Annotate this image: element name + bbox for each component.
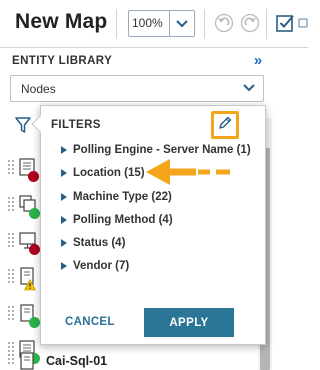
- filter-icon[interactable]: [15, 116, 31, 139]
- top-toolbar: New Map 100%: [0, 0, 308, 48]
- filter-polling-method[interactable]: Polling Method (4): [61, 212, 173, 228]
- filter-label: Machine Type (22): [73, 191, 172, 203]
- map-title: New Map: [15, 10, 108, 33]
- undo-icon[interactable]: [213, 12, 235, 34]
- warning-icon: [24, 278, 36, 291]
- redo-icon[interactable]: [239, 12, 261, 34]
- expand-triangle-icon: [61, 262, 67, 270]
- drag-handle-icon[interactable]: [8, 354, 14, 368]
- node-server-icon: [18, 351, 38, 370]
- drag-handle-icon[interactable]: [8, 306, 14, 320]
- filter-polling-engine[interactable]: Polling Engine - Server Name (1): [61, 142, 251, 158]
- zoom-select[interactable]: 100%: [128, 10, 195, 37]
- chevron-down-icon: [243, 81, 255, 100]
- status-down-icon: [28, 171, 39, 182]
- expand-triangle-icon: [61, 169, 67, 177]
- entity-type-select[interactable]: Nodes: [10, 75, 264, 102]
- drag-handle-icon[interactable]: [8, 197, 14, 211]
- filter-label: Polling Engine - Server Name (1): [73, 144, 251, 156]
- node-label: Cai-Sql-01: [46, 354, 108, 368]
- filters-title: FILTERS: [51, 119, 101, 131]
- expand-triangle-icon: [61, 239, 67, 247]
- toolbar-divider: [204, 9, 205, 39]
- status-up-icon: [29, 208, 40, 219]
- pencil-icon: [217, 115, 233, 136]
- expand-triangle-icon: [61, 193, 67, 201]
- list-item[interactable]: Cai-Sql-01: [0, 351, 256, 370]
- checkbox-icon[interactable]: [274, 12, 296, 34]
- expand-triangle-icon: [61, 146, 67, 154]
- expand-triangle-icon: [61, 216, 67, 224]
- filter-vendor[interactable]: Vendor (7): [61, 258, 129, 274]
- toolbar-divider: [266, 9, 267, 39]
- filters-popover: FILTERS Polling Engine - Server Name (1)…: [31, 105, 266, 345]
- filter-machine-type[interactable]: Machine Type (22): [61, 189, 172, 205]
- cancel-button[interactable]: CANCEL: [65, 316, 115, 328]
- drag-handle-icon[interactable]: [8, 269, 14, 283]
- panel-title: ENTITY LIBRARY: [12, 55, 113, 67]
- status-up-icon: [29, 317, 40, 328]
- toolbar-divider: [116, 9, 117, 39]
- collapse-panel-button[interactable]: »: [250, 52, 266, 70]
- filter-label: Location (15): [73, 167, 145, 179]
- apply-button[interactable]: APPLY: [144, 308, 234, 337]
- edit-filters-button[interactable]: [211, 111, 239, 139]
- filter-location[interactable]: Location (15): [61, 165, 145, 181]
- filter-label: Polling Method (4): [73, 214, 173, 226]
- drag-handle-icon[interactable]: [8, 233, 14, 247]
- chevron-down-icon[interactable]: [169, 11, 194, 36]
- zoom-value: 100%: [132, 16, 163, 30]
- drag-handle-icon[interactable]: [8, 160, 14, 174]
- save-icon[interactable]: [298, 12, 308, 34]
- entity-type-value: Nodes: [21, 82, 56, 96]
- status-down-icon: [29, 244, 40, 255]
- filter-status[interactable]: Status (4): [61, 235, 125, 251]
- filter-label: Vendor (7): [73, 260, 130, 272]
- filter-label: Status (4): [73, 237, 126, 249]
